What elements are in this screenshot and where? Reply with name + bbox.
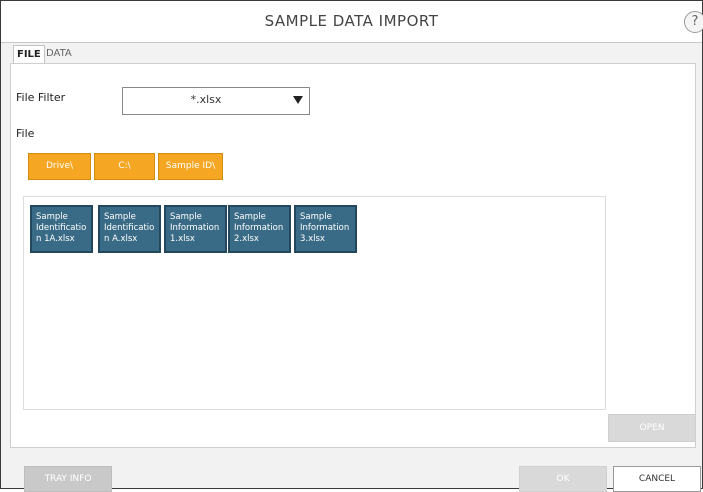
import-dialog: SAMPLE DATA IMPORT ? FILE DATA File Filt… — [0, 0, 703, 492]
title-bar: SAMPLE DATA IMPORT ? — [1, 1, 703, 43]
file-tile[interactable]: Sample Information 1.xlsx — [164, 205, 227, 253]
breadcrumb-c[interactable]: C:\ — [94, 153, 155, 180]
open-button[interactable]: OPEN — [608, 414, 696, 442]
file-tile[interactable]: Sample Information 2.xlsx — [228, 205, 291, 253]
file-browser: Sample Identificatio n 1A.xlsx Sample Id… — [23, 196, 606, 410]
file-label: File — [16, 127, 35, 140]
breadcrumb-sample-id[interactable]: Sample ID\ — [158, 153, 223, 180]
file-filter-dropdown[interactable]: *.xlsx — [122, 87, 310, 115]
file-tile[interactable]: Sample Identificatio n A.xlsx — [98, 205, 161, 253]
breadcrumb-drive[interactable]: Drive\ — [28, 153, 91, 180]
dialog-title: SAMPLE DATA IMPORT — [264, 12, 439, 30]
ok-button[interactable]: OK — [519, 466, 607, 492]
tray-info-button[interactable]: TRAY INFO — [24, 466, 112, 492]
file-filter-label: File Filter — [16, 91, 66, 104]
dropdown-arrow-icon[interactable] — [293, 96, 303, 104]
file-tab-panel: File Filter *.xlsx File Drive\ C:\ Sampl… — [10, 63, 696, 448]
tab-data[interactable]: DATA — [43, 45, 75, 63]
tab-file[interactable]: FILE — [13, 45, 45, 64]
help-icon[interactable]: ? — [684, 11, 703, 33]
file-filter-value: *.xlsx — [190, 93, 222, 106]
file-tile[interactable]: Sample Identificatio n 1A.xlsx — [30, 205, 93, 253]
cancel-button[interactable]: CANCEL — [613, 466, 701, 492]
file-tile[interactable]: Sample Information 3.xlsx — [294, 205, 357, 253]
